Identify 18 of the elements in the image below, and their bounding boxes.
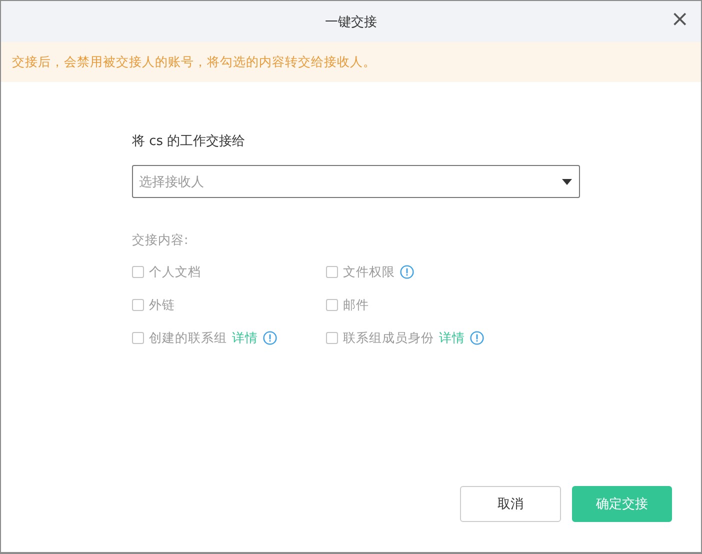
confirm-button[interactable]: 确定交接 <box>572 486 672 522</box>
checkbox-label: 外链 <box>149 296 175 314</box>
checkbox-label: 联系组成员身份 <box>343 330 434 346</box>
close-button[interactable]: × <box>670 10 689 30</box>
checkbox-label: 邮件 <box>343 296 369 314</box>
caret-icon <box>562 178 572 184</box>
dialog-title: 一键交接 <box>325 14 377 30</box>
info-icon <box>263 331 277 345</box>
checkbox-label: 创建的联系组 <box>149 330 227 346</box>
recipient-label: 将 cs 的工作交接给 <box>132 133 246 150</box>
warning-notice: 交接后，会禁用被交接人的账号，将勾选的内容转交给接收人。 <box>1 42 701 82</box>
content-label: 交接内容: <box>132 232 190 249</box>
checkbox-label: 文件权限 <box>343 264 395 280</box>
info-icon <box>400 265 414 279</box>
recipient-select[interactable]: 选择接收人 <box>132 165 580 198</box>
info-icon <box>470 331 484 345</box>
cancel-button[interactable]: 取消 <box>460 486 561 522</box>
checkbox-label: 个人文档 <box>149 264 201 280</box>
